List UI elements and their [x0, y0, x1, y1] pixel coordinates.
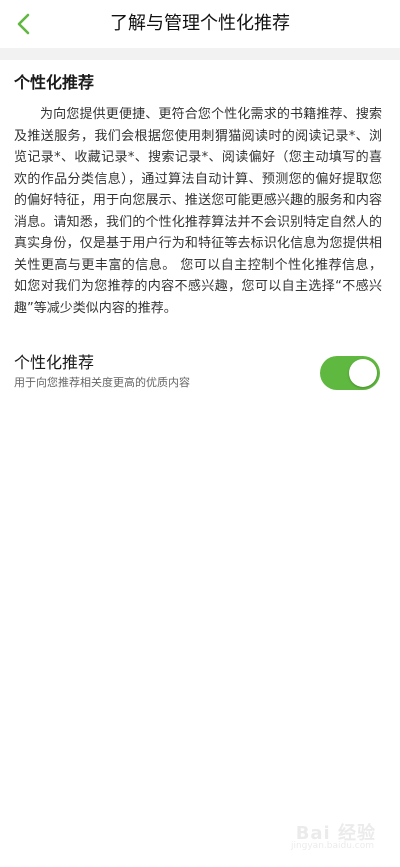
setting-description: 用于向您推荐相关度更高的优质内容 — [14, 376, 190, 389]
section-description: 为向您提供更便捷、更符合您个性化需求的书籍推荐、搜索及推送服务，我们会根据您使用… — [14, 107, 382, 316]
personalized-recommendation-toggle[interactable] — [320, 356, 380, 390]
watermark-logo: Bai 经验 jingyan.baidu.com — [260, 815, 380, 855]
personalized-recommendation-setting: 个性化推荐 用于向您推荐相关度更高的优质内容 — [0, 346, 400, 398]
header-divider — [0, 48, 400, 60]
header-bar: 了解与管理个性化推荐 — [0, 0, 400, 48]
page-title: 了解与管理个性化推荐 — [110, 13, 290, 34]
setting-title: 个性化推荐 — [14, 353, 95, 372]
section-title: 个性化推荐 — [14, 73, 95, 92]
watermark-subtext: jingyan.baidu.com — [290, 841, 374, 851]
toggle-knob — [349, 359, 377, 387]
